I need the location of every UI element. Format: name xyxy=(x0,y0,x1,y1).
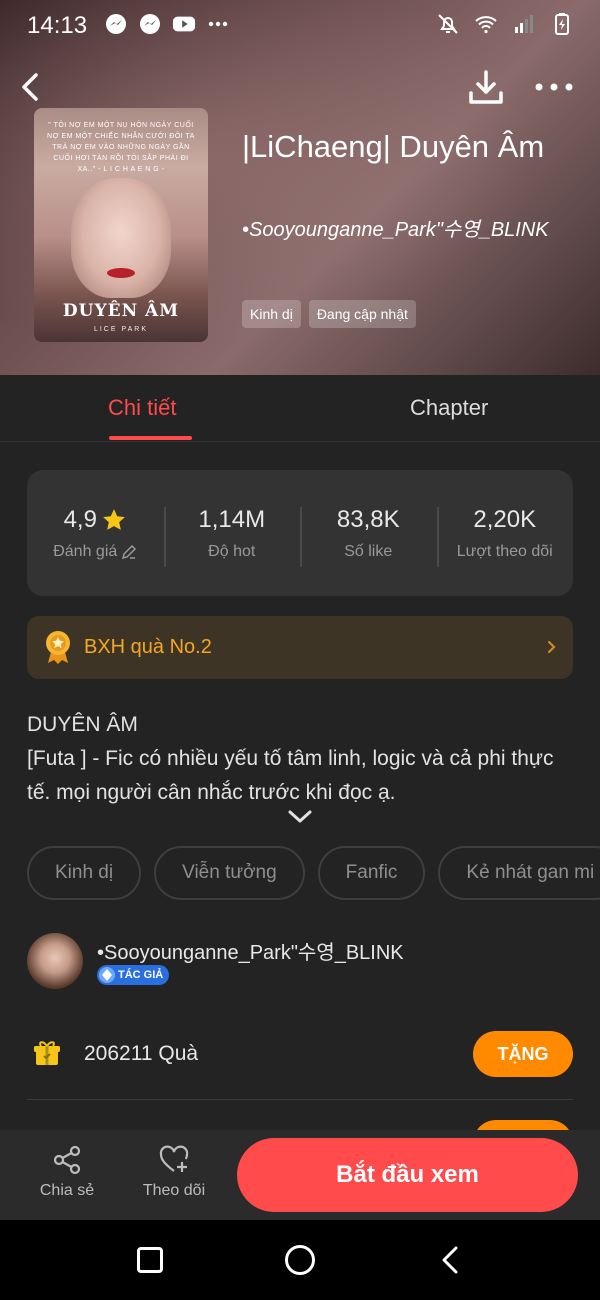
cover-portrait xyxy=(71,178,171,298)
stat-rating-label: Đánh giá xyxy=(53,543,118,560)
youtube-icon xyxy=(172,16,196,32)
chevron-left-icon xyxy=(22,73,38,101)
download-icon xyxy=(469,70,503,104)
author-name[interactable]: •Sooyounganne_Park"수영_BLINK xyxy=(97,936,404,965)
tag-genre[interactable]: Kinh dị xyxy=(242,300,301,328)
chevron-right-icon xyxy=(547,640,556,654)
divider xyxy=(27,1099,573,1100)
genre-chip[interactable]: Viễn tưởng xyxy=(154,846,305,900)
give-gift-button[interactable]: TẶNG xyxy=(473,1031,573,1077)
stats-panel: 4,9 Đánh giá 1,14M Độ hot 83,8K Số like … xyxy=(27,470,573,596)
genre-chip[interactable]: Fanfic xyxy=(317,846,426,900)
system-icons xyxy=(436,12,574,36)
share-icon xyxy=(53,1145,81,1175)
story-title: |LiChaeng| Duyên Âm xyxy=(242,129,545,164)
story-cover: " TÔI NỢ EM MỘT NỤ HÔN NGÀY CUỐI NỢ EM M… xyxy=(34,108,208,342)
status-time: 14:13 xyxy=(27,12,88,39)
share-button[interactable]: Chia sẻ xyxy=(30,1144,104,1200)
stat-rating[interactable]: 4,9 Đánh giá xyxy=(27,505,164,561)
chevron-down-icon xyxy=(288,810,312,823)
stat-hot-value: 1,14M xyxy=(198,506,266,533)
messenger-icon xyxy=(106,14,126,34)
system-back-button[interactable] xyxy=(439,1245,461,1275)
battery-icon xyxy=(555,13,569,35)
author-badge-icon xyxy=(99,967,115,983)
cover-portrait-detail xyxy=(107,268,135,278)
follow-button[interactable]: Theo dõi xyxy=(136,1144,212,1200)
tab-chapter[interactable]: Chapter xyxy=(410,395,488,421)
recent-apps-button[interactable] xyxy=(137,1247,163,1273)
pencil-icon xyxy=(122,544,137,560)
home-button[interactable] xyxy=(285,1245,315,1275)
medal-icon xyxy=(46,631,70,664)
stat-likes-value: 83,8K xyxy=(336,506,400,533)
detail-tabs: Chi tiết Chapter xyxy=(0,375,600,442)
stat-likes: 83,8K Số like xyxy=(300,505,437,567)
author-badge: TÁC GIẢ xyxy=(97,965,170,985)
expand-description-button[interactable] xyxy=(285,806,315,828)
share-label: Chia sẻ xyxy=(39,1182,95,1199)
cover-quote: " TÔI NỢ EM MỘT NỤ HÔN NGÀY CUỐI NỢ EM M… xyxy=(47,122,195,173)
bell-off-icon xyxy=(438,14,458,34)
bottom-action-bar: Chia sẻ Theo dõi Bắt đầu xem xyxy=(0,1130,600,1220)
stat-rating-value: 4,9 xyxy=(63,506,97,533)
more-dots-icon xyxy=(535,83,573,91)
stat-hot: 1,14M Độ hot xyxy=(163,505,301,567)
status-bar: 14:13 xyxy=(0,0,600,50)
story-tags: Kinh dị Đang cập nhật xyxy=(242,300,416,328)
author-avatar[interactable] xyxy=(27,933,83,989)
author-badge-label: TÁC GIẢ xyxy=(118,969,164,981)
stat-followers: 2,20K Lượt theo dõi xyxy=(436,505,574,567)
wifi-icon xyxy=(475,16,497,34)
active-tab-indicator xyxy=(109,436,192,440)
gift-count-value: 206211 xyxy=(84,1042,153,1065)
genre-chip[interactable]: Kẻ nhát gan mi xyxy=(438,846,600,900)
download-button[interactable] xyxy=(466,67,506,107)
top-nav xyxy=(0,65,600,109)
notification-icons xyxy=(104,12,230,36)
story-detail-screen: 14:13 " TÔI NỢ EM MỘT NỤ HÔN NGÀY CUỐI N… xyxy=(0,0,600,1300)
gift-count: 206211 Quà xyxy=(84,1042,198,1066)
more-options-button[interactable] xyxy=(532,67,576,107)
start-reading-button[interactable]: Bắt đầu xem xyxy=(237,1138,578,1212)
ranking-label: BXH quà No.2 xyxy=(84,636,212,658)
messenger-icon xyxy=(140,14,160,34)
cover-title: DUYÊN ÂM xyxy=(62,301,180,321)
description-body: [Futa ] - Fic có nhiều yếu tố tâm linh, … xyxy=(27,747,554,804)
signal-icon xyxy=(515,15,533,33)
star-icon xyxy=(103,509,125,530)
genre-chip[interactable]: Kinh dị xyxy=(27,846,142,900)
description-title: DUYÊN ÂM xyxy=(27,713,138,736)
tag-status: Đang cập nhật xyxy=(308,300,416,328)
tab-detail[interactable]: Chi tiết xyxy=(108,395,176,421)
gift-count-unit: Quà xyxy=(158,1042,199,1065)
system-navigation-bar xyxy=(0,1220,600,1300)
follow-label: Theo dõi xyxy=(142,1182,206,1199)
stat-followers-label: Lượt theo dõi xyxy=(456,543,553,560)
story-description: DUYÊN ÂM [Futa ] - Fic có nhiều yếu tố t… xyxy=(27,708,577,810)
stat-hot-label: Độ hot xyxy=(208,543,256,560)
more-dots-icon xyxy=(208,21,228,27)
genre-chips: Kinh dị Viễn tưởng Fanfic Kẻ nhát gan mi xyxy=(27,846,600,900)
gift-ranking-banner[interactable]: BXH quà No.2 xyxy=(27,616,573,679)
stat-followers-value: 2,20K xyxy=(473,506,537,533)
back-button[interactable] xyxy=(20,65,56,109)
story-author[interactable]: •Sooyounganne_Park"수영_BLINK xyxy=(242,213,572,242)
heart-plus-icon xyxy=(159,1145,189,1172)
cover-author: LICE PARK xyxy=(93,326,149,333)
gift-icon xyxy=(34,1041,60,1065)
stat-likes-label: Số like xyxy=(344,543,393,560)
